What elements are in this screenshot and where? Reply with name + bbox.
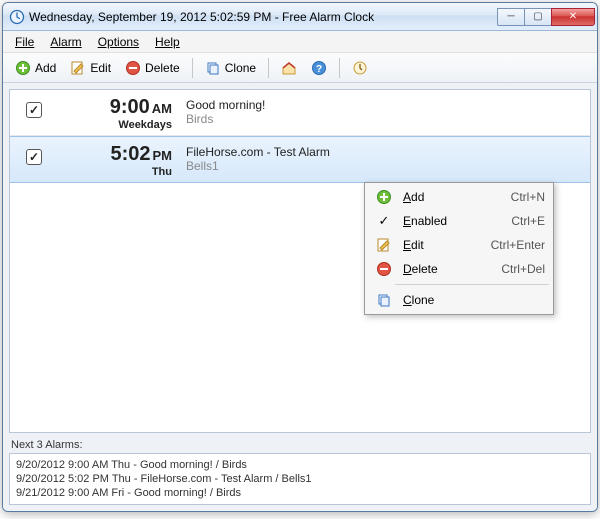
- alarm-row[interactable]: ✓ 9:00AM Weekdays Good morning! Birds: [10, 90, 590, 136]
- context-menu: Add Ctrl+N ✓ Enabled Ctrl+E Edit Ctrl+En…: [364, 182, 554, 315]
- alarm-enabled-checkbox[interactable]: ✓: [26, 102, 42, 118]
- close-button[interactable]: ✕: [551, 8, 595, 26]
- edit-label: Edit: [90, 61, 111, 75]
- menu-file[interactable]: File: [7, 33, 42, 51]
- menu-help[interactable]: Help: [147, 33, 188, 51]
- footer: Next 3 Alarms: 9/20/2012 9:00 AM Thu - G…: [9, 439, 591, 505]
- menu-alarm[interactable]: Alarm: [42, 33, 89, 51]
- menubar: File Alarm Options Help: [3, 31, 597, 53]
- menu-options[interactable]: Options: [90, 33, 147, 51]
- next-alarm-line: 9/20/2012 5:02 PM Thu - FileHorse.com - …: [16, 472, 584, 486]
- app-window: Wednesday, September 19, 2012 5:02:59 PM…: [2, 2, 598, 512]
- next-alarms-label: Next 3 Alarms:: [9, 439, 591, 451]
- add-icon: [376, 189, 392, 205]
- next-alarms-list: 9/20/2012 9:00 AM Thu - Good morning! / …: [9, 453, 591, 505]
- alarm-time: 5:02PM Thu: [62, 143, 172, 178]
- toolbar-separator: [192, 58, 193, 78]
- delete-label: Delete: [145, 61, 180, 75]
- ctx-enabled[interactable]: ✓ Enabled Ctrl+E: [367, 209, 551, 233]
- window-title: Wednesday, September 19, 2012 5:02:59 PM…: [29, 10, 498, 24]
- ctx-clone[interactable]: Clone: [367, 288, 551, 312]
- check-icon: ✓: [379, 213, 390, 229]
- next-alarm-line: 9/20/2012 9:00 AM Thu - Good morning! / …: [16, 458, 584, 472]
- delete-icon: [125, 60, 141, 76]
- content-area: ✓ 9:00AM Weekdays Good morning! Birds ✓ …: [3, 83, 597, 511]
- home-icon: [281, 60, 297, 76]
- ctx-add[interactable]: Add Ctrl+N: [367, 185, 551, 209]
- alarm-enabled-checkbox[interactable]: ✓: [26, 149, 42, 165]
- clock-icon: [352, 60, 368, 76]
- toolbar-separator: [268, 58, 269, 78]
- clock-button[interactable]: [346, 57, 374, 79]
- alarm-description: Good morning! Birds: [186, 96, 580, 126]
- titlebar[interactable]: Wednesday, September 19, 2012 5:02:59 PM…: [3, 3, 597, 31]
- add-label: Add: [35, 61, 56, 75]
- clone-label: Clone: [225, 61, 256, 75]
- clone-icon: [205, 60, 221, 76]
- toolbar: Add Edit Delete Clone ?: [3, 53, 597, 83]
- edit-button[interactable]: Edit: [64, 57, 117, 79]
- alarm-list[interactable]: ✓ 9:00AM Weekdays Good morning! Birds ✓ …: [9, 89, 591, 433]
- alarm-description: FileHorse.com - Test Alarm Bells1: [186, 143, 580, 173]
- help-icon: ?: [311, 60, 327, 76]
- delete-icon: [376, 261, 392, 277]
- home-button[interactable]: [275, 57, 303, 79]
- delete-button[interactable]: Delete: [119, 57, 186, 79]
- clock-app-icon: [9, 9, 25, 25]
- next-alarm-line: 9/21/2012 9:00 AM Fri - Good morning! / …: [16, 486, 584, 500]
- alarm-row[interactable]: ✓ 5:02PM Thu FileHorse.com - Test Alarm …: [10, 136, 590, 183]
- edit-icon: [70, 60, 86, 76]
- toolbar-separator: [339, 58, 340, 78]
- edit-icon: [376, 237, 392, 253]
- clone-icon: [376, 292, 392, 308]
- alarm-time: 9:00AM Weekdays: [62, 96, 172, 131]
- ctx-separator: [395, 284, 549, 285]
- add-button[interactable]: Add: [9, 57, 62, 79]
- minimize-button[interactable]: ─: [497, 8, 525, 26]
- svg-text:?: ?: [316, 64, 322, 75]
- ctx-edit[interactable]: Edit Ctrl+Enter: [367, 233, 551, 257]
- ctx-delete[interactable]: Delete Ctrl+Del: [367, 257, 551, 281]
- window-controls: ─ ▢ ✕: [498, 8, 595, 26]
- maximize-button[interactable]: ▢: [524, 8, 552, 26]
- help-button[interactable]: ?: [305, 57, 333, 79]
- add-icon: [15, 60, 31, 76]
- clone-button[interactable]: Clone: [199, 57, 262, 79]
